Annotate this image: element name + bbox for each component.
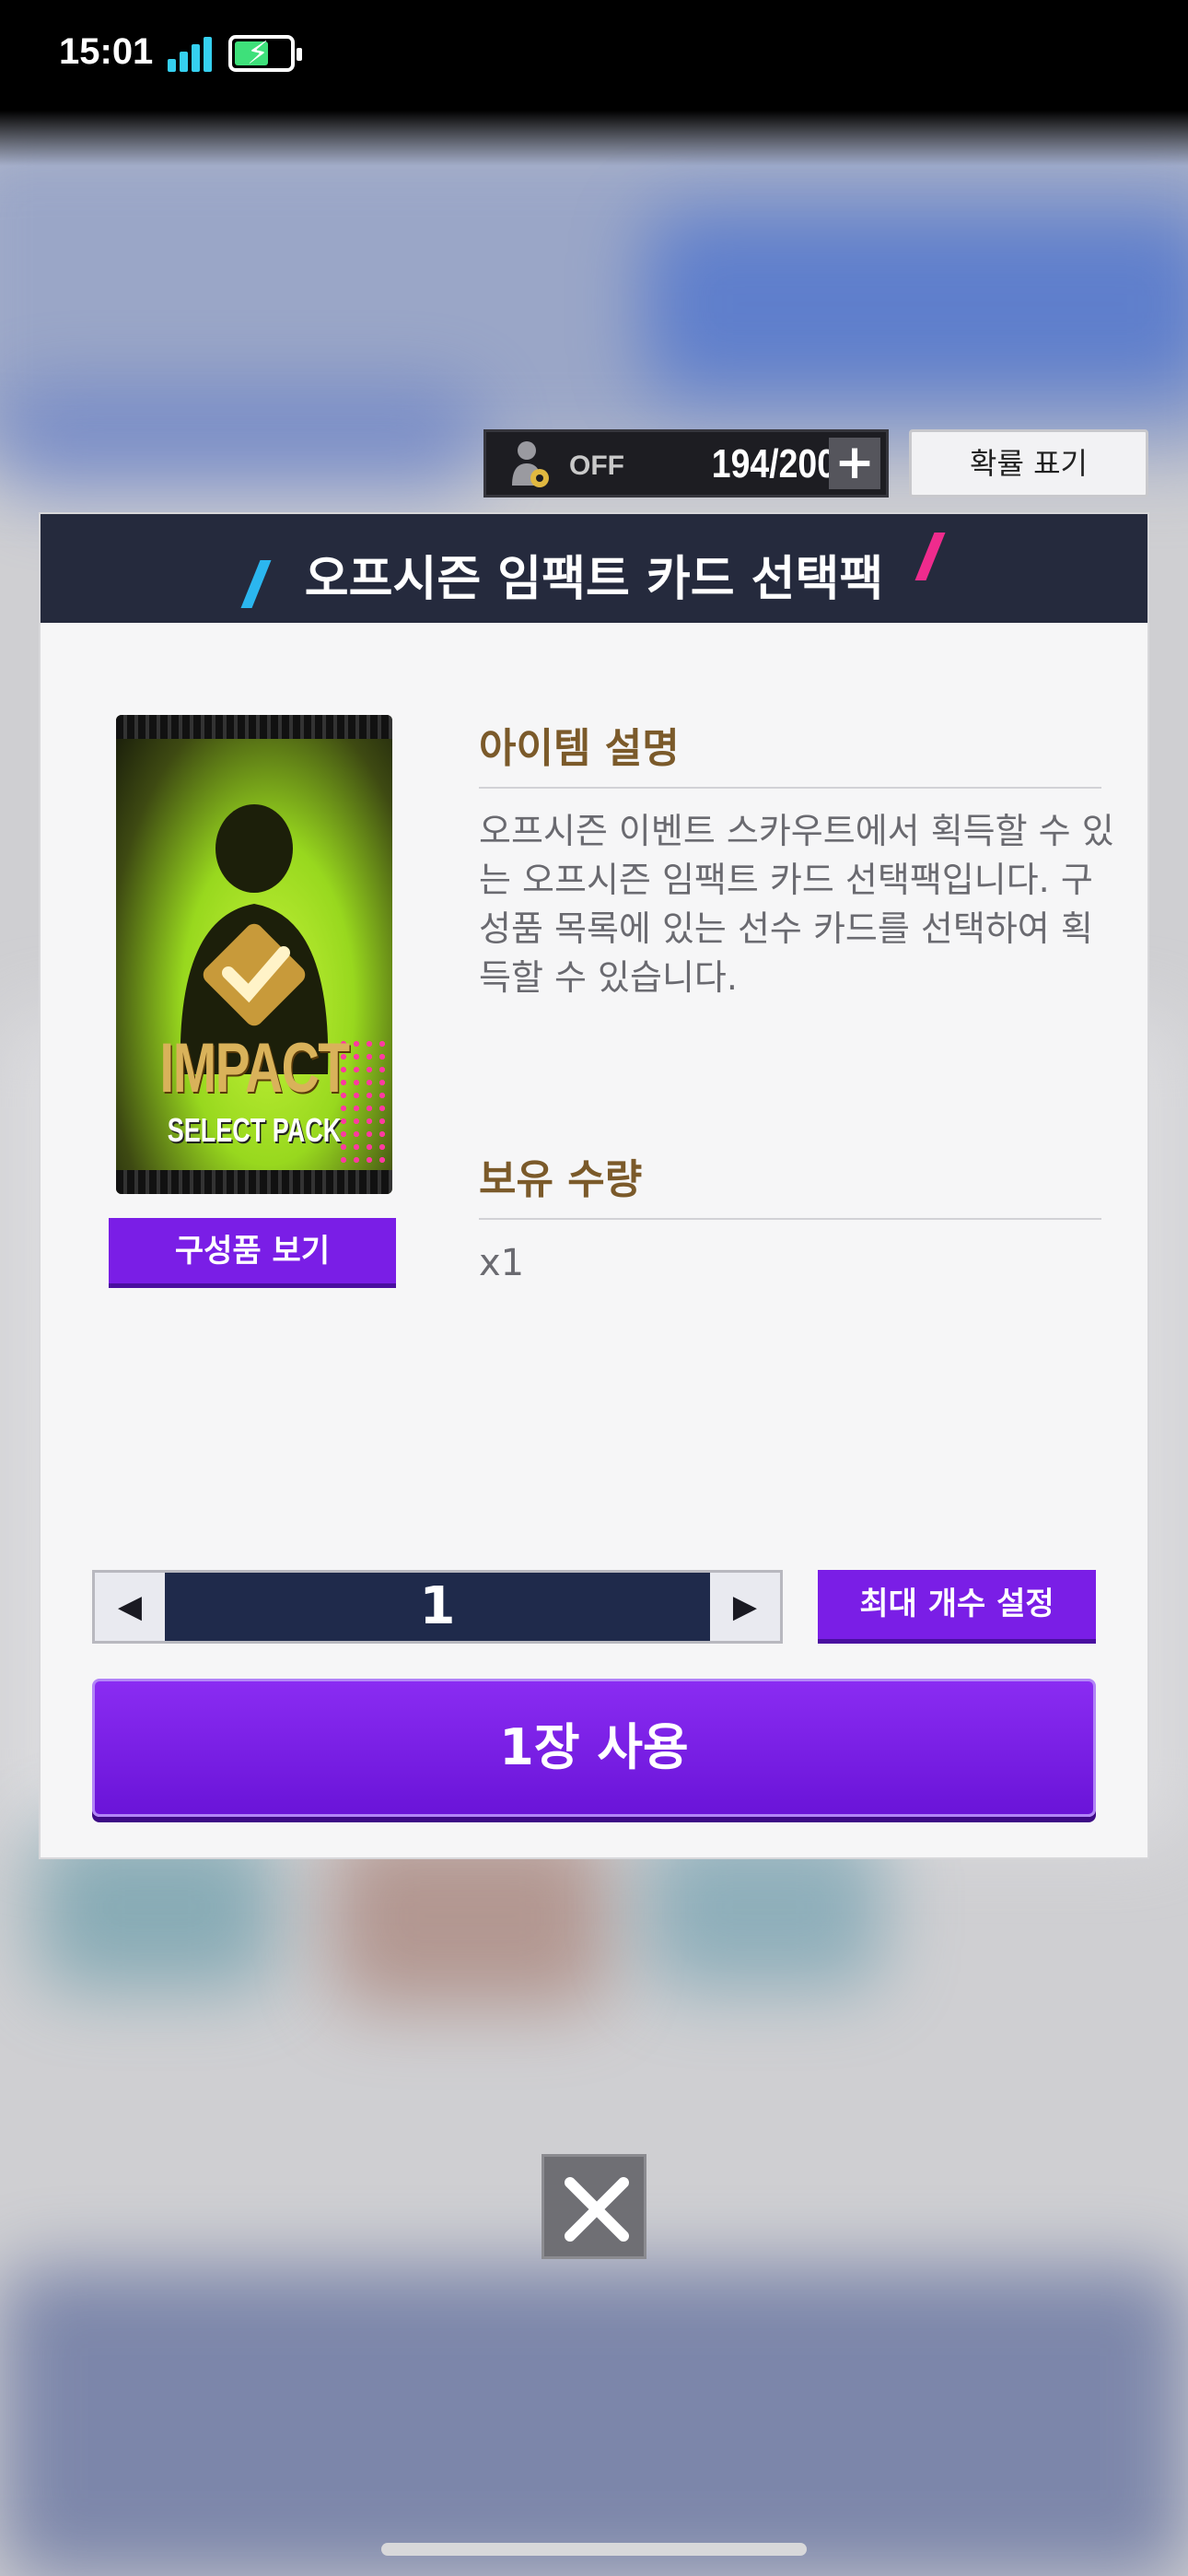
quantity-stepper: ◀ 1 ▶ [92, 1570, 783, 1644]
increment-button[interactable]: ▶ [710, 1573, 780, 1641]
quantity-heading: 보유 수량 [479, 1156, 643, 1203]
home-indicator[interactable] [381, 2543, 807, 2556]
card-count: 194/200 [711, 441, 836, 486]
divider [479, 1218, 1101, 1220]
description-heading: 아이템 설명 [479, 725, 680, 772]
close-button[interactable] [542, 2154, 646, 2259]
auto-player-counter[interactable]: OFF 194/200 + [483, 429, 889, 498]
probability-button[interactable]: 확률 표기 [909, 429, 1148, 498]
divider [479, 787, 1101, 789]
use-card-button[interactable]: 1장 사용 [92, 1679, 1096, 1817]
signal-icon [168, 35, 214, 72]
view-contents-button[interactable]: 구성품 보기 [109, 1218, 396, 1288]
add-capacity-button[interactable]: + [829, 438, 880, 489]
stepper-value[interactable]: 1 [165, 1573, 710, 1641]
pack-title: IMPACT [159, 1029, 350, 1107]
close-icon [565, 2177, 629, 2242]
description-text: 오프시즌 이벤트 스카우트에서 획득할 수 있는 오프시즌 임팩트 카드 선택팩… [479, 811, 1114, 998]
pack-image: IMPACT SELECT PACK [116, 715, 392, 1194]
set-max-button[interactable]: 최대 개수 설정 [818, 1570, 1096, 1644]
decrement-button[interactable]: ◀ [95, 1573, 165, 1641]
auto-status-label: OFF [569, 451, 624, 481]
item-modal: 오프시즌 임팩트 카드 선택팩 IMPACT SELECT PACK 구성품 보… [41, 514, 1147, 1857]
status-time: 15:01 [59, 31, 154, 72]
quantity-value: x1 [479, 1242, 525, 1284]
modal-header: 오프시즌 임팩트 카드 선택팩 [41, 514, 1147, 623]
battery-icon: ⚡ [228, 35, 302, 72]
modal-title: 오프시즌 임팩트 카드 선택팩 [304, 552, 884, 607]
status-bar: 15:01 ⚡ [0, 0, 1188, 166]
pack-subtitle: SELECT PACK [167, 1111, 342, 1149]
auto-player-gear-icon [512, 441, 549, 487]
